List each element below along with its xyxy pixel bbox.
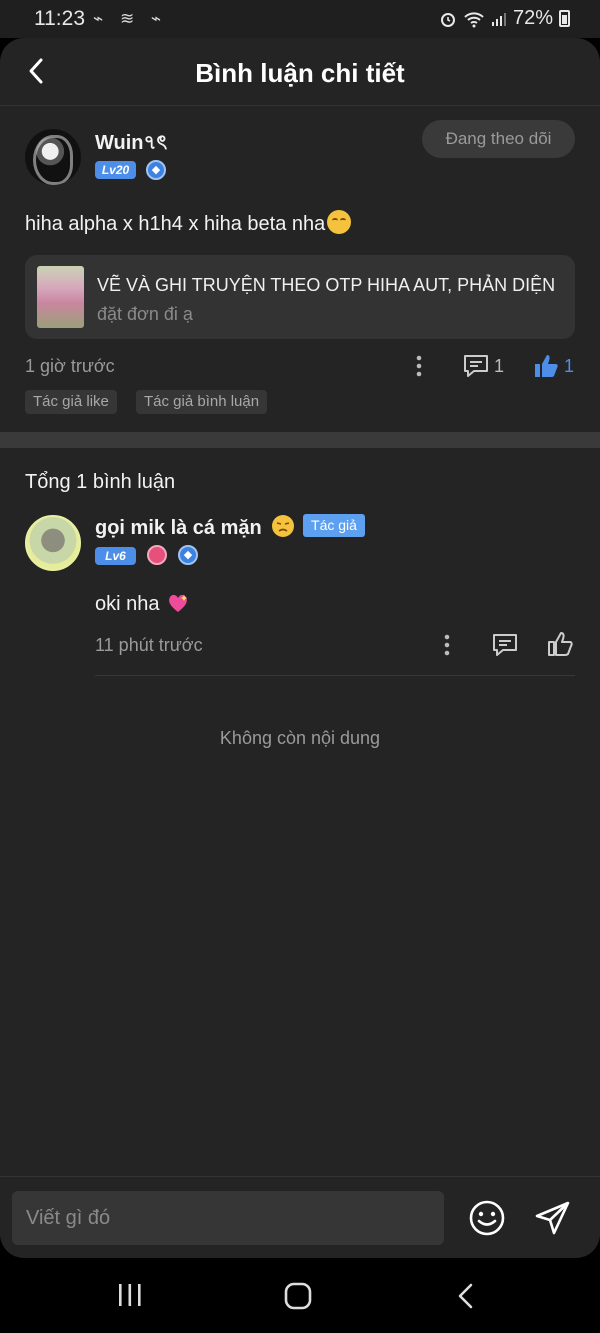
verified-badge-icon: ◆ [146,160,166,180]
app-screen: Bình luận chi tiết Wuin৭ৎ Lv20 ◆ Đang th… [0,38,600,1258]
status-bar: 11:23 ⌁ ≋ ⌁ 72% [0,0,600,38]
commenter-level-badge: Lv6 [95,547,136,565]
story-subtitle: đặt đơn đi ạ [97,304,193,324]
author-liked-tag: Tác giả like [25,390,117,414]
send-icon[interactable] [534,1199,572,1237]
home-icon[interactable] [283,1281,313,1311]
like-count: 1 [564,356,575,376]
commenter-verified-icon: ◆ [178,545,198,565]
author-commented-tag: Tác giả bình luận [136,390,268,414]
post-text: hiha alpha x h1h4 x hiha beta nha [25,213,326,235]
comment-content: oki nha [95,593,189,616]
comment-count: 1 [494,356,505,376]
top-bar: Bình luận chi tiết [0,38,600,106]
post-author-avatar[interactable] [25,129,81,185]
rabbit-badge-icon [147,545,167,565]
post-content: hiha alpha x h1h4 x hiha beta nha [25,210,352,236]
persevering-face-emoji [272,515,295,537]
composer-bar [0,1176,600,1258]
author-tag: Tác giả [303,514,365,537]
linked-story-card[interactable]: VẼ VÀ GHI TRUYỆN THEO OTP HIHA AUT, PHẢN… [25,255,575,339]
commenter-avatar[interactable] [25,515,81,571]
notification-icons: ⌁ ≋ ⌁ [93,9,168,28]
post-author-name[interactable]: Wuin৭ৎ [95,128,167,161]
smiling-face-emoji [327,210,352,234]
comment-more-icon[interactable] [440,633,454,657]
section-divider [0,432,600,448]
level-badge: Lv20 [95,161,136,179]
recents-icon[interactable] [115,1282,145,1308]
comment-divider [95,675,575,676]
alarm-icon [440,12,455,27]
comment-like-icon[interactable] [546,630,574,658]
emoji-icon[interactable] [468,1199,506,1237]
signal-icon [491,12,506,26]
system-nav-bar [0,1258,600,1333]
sparkling-heart-emoji [169,594,188,612]
battery-icon [559,10,570,27]
comment-text: oki nha [95,593,160,615]
status-time: 11:23 [34,7,85,30]
post-time: 1 giờ trước [25,356,115,376]
commenter-name-text: gọi mik là cá mặn [95,517,262,539]
comment-input[interactable] [12,1191,444,1245]
more-icon[interactable] [412,354,426,378]
commenter-name[interactable]: gọi mik là cá mặn [95,514,295,540]
battery-percent: 72% [512,7,553,29]
status-right: 72% [439,7,570,30]
comment-icon[interactable] [462,353,490,379]
comment-time: 11 phút trước [95,635,203,655]
reply-icon[interactable] [491,632,519,658]
end-of-content: Không còn nội dung [219,728,381,748]
story-title: VẼ VÀ GHI TRUYỆN THEO OTP HIHA AUT, PHẢN… [97,275,556,295]
comment-total: Tổng 1 bình luận [25,471,176,493]
nav-back-icon[interactable] [454,1282,478,1310]
story-cover-image [37,266,84,328]
thumbs-up-icon[interactable] [532,352,560,380]
page-title: Bình luận chi tiết [195,58,405,88]
wifi-icon [464,11,484,27]
following-button[interactable]: Đang theo dõi [422,120,575,158]
